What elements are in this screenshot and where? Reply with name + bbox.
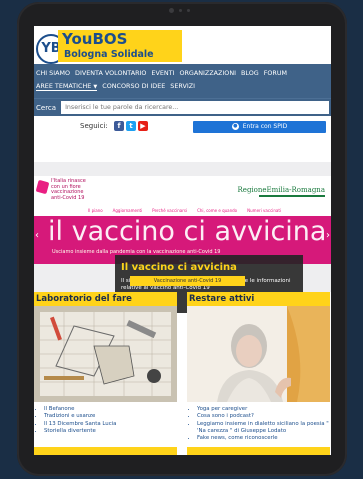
youtube-icon[interactable]: ▶ <box>138 121 148 131</box>
list-item[interactable]: Yoga per caregiver <box>197 406 330 413</box>
card-title[interactable]: Laboratorio del fare <box>34 292 177 306</box>
brand-banner[interactable]: YouBOS Bologna Solidale <box>58 30 182 62</box>
portrait-illustration <box>187 306 330 402</box>
twitter-icon[interactable]: t <box>126 121 136 131</box>
social-bar: Seguici: f t ▶ ● Entra con SPID <box>34 116 331 139</box>
banner-tab[interactable]: Il piano <box>88 206 103 216</box>
flower-logo-icon <box>35 179 50 195</box>
search-label: Cerca <box>36 103 57 112</box>
nav-item-servizi[interactable]: SERVIZI <box>170 82 195 91</box>
vaccine-cta[interactable]: Vaccinazione anti-Covid 19 <box>130 276 245 286</box>
banner-tab[interactable]: Chi, come e quando <box>197 206 237 216</box>
next-card-header[interactable] <box>34 447 177 455</box>
brand-title: YouBOS <box>62 30 128 48</box>
regione-underline <box>259 195 325 197</box>
search-bar: Cerca <box>34 98 331 116</box>
nav-item-aree-tematiche[interactable]: AREE TEMATICHE ▼ <box>36 82 98 91</box>
list-item[interactable]: Tradizioni e usanze <box>44 413 177 420</box>
list-item[interactable]: Storiella divertente <box>44 428 177 435</box>
spid-label: Entra con SPID <box>242 123 288 130</box>
regione-logo: RegioneEmilia-Romagna <box>237 186 325 194</box>
tools-illustration <box>34 306 177 402</box>
card-restare-attivi: Restare attivi Yoga per caregiver Cosa s… <box>187 292 330 442</box>
nav-item-diventa-volontario[interactable]: DIVENTA VOLONTARIO <box>75 69 146 77</box>
facebook-icon[interactable]: f <box>114 121 124 131</box>
card-title[interactable]: Restare attivi <box>187 292 330 306</box>
banner-tab[interactable]: Perché vaccinarsi <box>152 206 187 216</box>
campaign-headline: il vaccino ci avvicina <box>48 216 327 247</box>
user-icon: ● <box>231 123 239 130</box>
follow-label: Seguici: <box>80 122 108 130</box>
list-item[interactable]: Il 13 Dicembre Santa Lucia <box>44 421 177 428</box>
nav-row-2: AREE TEMATICHE ▼ CONCORSO DI IDEE SERVIZ… <box>36 82 329 91</box>
banner-tab[interactable]: Numeri vaccinati <box>247 206 281 216</box>
caret-down-icon: ▼ <box>93 84 98 90</box>
banner-tab[interactable]: Aggiornamenti <box>113 206 143 216</box>
brand-subtitle: Bologna Solidale <box>64 49 154 60</box>
banner-header: l'Italia rinasce con un fiore vaccinazio… <box>34 176 331 206</box>
camera <box>169 8 190 13</box>
banner-tabs: Il piano Aggiornamenti Perché vaccinarsi… <box>34 206 331 216</box>
card-laboratorio: Laboratorio del fare • Il Befanone • Tra… <box>34 292 177 435</box>
hero-banner[interactable]: l'Italia rinasce con un fiore vaccinazio… <box>34 162 331 313</box>
nav-row-1: CHI SIAMO DIVENTA VOLONTARIO EVENTI ORGA… <box>36 69 329 77</box>
slide-title: Il vaccino ci avvicina <box>121 262 237 273</box>
nav-item-chi-siamo[interactable]: CHI SIAMO <box>36 69 70 77</box>
site-header: YB YouBOS Bologna Solidale <box>34 26 331 64</box>
next-card-header[interactable] <box>187 447 330 455</box>
nav-item-organizzazioni[interactable]: ORGANIZZAZIONI <box>179 69 236 77</box>
main-nav: CHI SIAMO DIVENTA VOLONTARIO EVENTI ORGA… <box>34 64 331 98</box>
chevron-right-icon[interactable]: › <box>326 230 330 241</box>
portrait-image[interactable] <box>187 306 330 402</box>
card-list: Yoga per caregiver Cosa sono i podcast? … <box>187 406 330 442</box>
chevron-left-icon[interactable]: ‹ <box>35 230 39 241</box>
nav-item-blog[interactable]: BLOG <box>241 69 259 77</box>
tools-image[interactable] <box>34 306 177 402</box>
nav-item-concorso[interactable]: CONCORSO DI IDEE <box>102 82 165 91</box>
nav-item-forum[interactable]: FORUM <box>264 69 287 77</box>
list-item[interactable]: Leggiamo insieme in dialetto siciliano l… <box>197 421 330 436</box>
nav-item-eventi[interactable]: EVENTI <box>151 69 174 77</box>
card-list: Il Befanone Tradizioni e usanze Il 13 Di… <box>34 406 177 435</box>
list-item[interactable]: Cosa sono i podcast? <box>197 413 330 420</box>
browser-screen: YB YouBOS Bologna Solidale CHI SIAMO DIV… <box>34 26 331 455</box>
search-input[interactable] <box>61 101 329 114</box>
list-item[interactable]: Fake news, come riconoscerle <box>197 435 330 442</box>
nav-item-label: AREE TEMATICHE <box>36 82 92 90</box>
list-item[interactable]: Il Befanone <box>44 406 177 413</box>
campaign-text: l'Italia rinasce con un fiore vaccinazio… <box>51 178 86 201</box>
spid-login-button[interactable]: ● Entra con SPID <box>193 121 326 133</box>
